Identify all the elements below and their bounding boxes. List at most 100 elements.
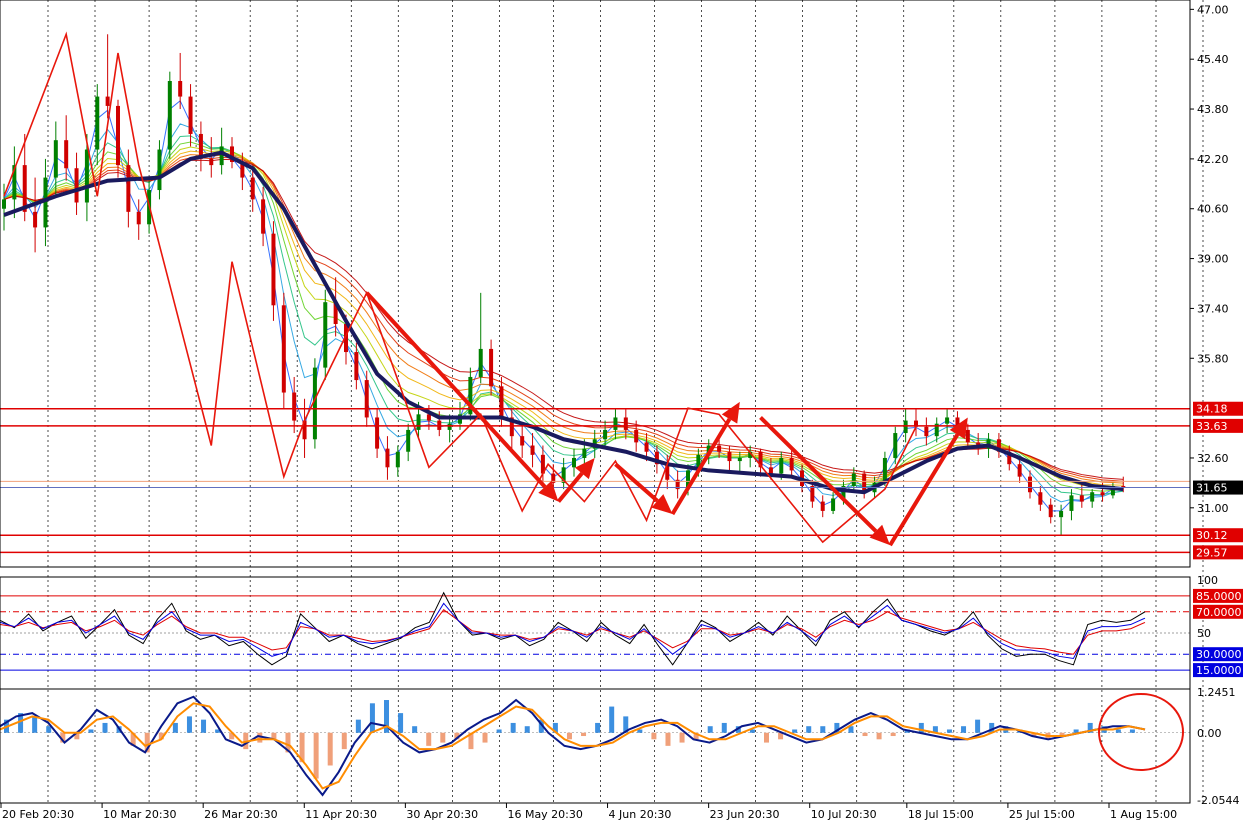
oscillator-level-tag: 30.0000 [1196, 648, 1242, 661]
candle-body [354, 352, 359, 381]
macd-histogram-bar [651, 732, 657, 740]
candle-body [924, 426, 929, 437]
macd-tick-label: 1.2451 [1197, 686, 1236, 699]
macd-histogram-bar [609, 706, 615, 733]
time-tick-label: 10 Mar 20:30 [103, 808, 176, 821]
macd-histogram-bar [679, 732, 685, 743]
candle-body [779, 457, 784, 474]
macd-histogram-bar [32, 716, 38, 733]
candle-body [22, 165, 27, 212]
candle-body [530, 445, 535, 455]
candle-body [965, 429, 970, 443]
oscillator-series [0, 608, 1146, 655]
oscillator-level-tag: 70.0000 [1196, 606, 1242, 619]
macd-histogram-bar [961, 726, 967, 733]
signal-line [0, 702, 1146, 790]
macd-histogram-bar [1129, 729, 1135, 733]
candle-body [33, 211, 38, 228]
candle-body [395, 451, 400, 468]
price-tick-label: 35.80 [1197, 352, 1229, 365]
macd-histogram-bar [46, 726, 52, 733]
candle-body [1079, 495, 1084, 502]
candle-body [167, 81, 172, 150]
candle-body [136, 211, 141, 225]
candle-body [157, 149, 162, 191]
candle-body [789, 457, 794, 471]
candle-body [893, 433, 898, 458]
oscillator-tick-label: 100 [1197, 574, 1218, 587]
macd-histogram-bar [201, 719, 207, 733]
candle-body [613, 417, 618, 430]
macd-histogram-bar [398, 713, 404, 733]
candle-body [520, 436, 525, 446]
macd-histogram-bar [102, 722, 108, 733]
price-tick-label: 43.80 [1197, 103, 1229, 116]
macd-histogram-bar [496, 729, 502, 733]
candle-body [644, 442, 649, 452]
trading-chart: 47.00 45.40 43.80 42.20 40.60 39.00 37.40 35.80… [0, 0, 1243, 821]
candle-body [64, 140, 69, 169]
time-tick-label: 25 Jul 15:00 [1009, 808, 1075, 821]
macd-histogram-bar [412, 726, 418, 733]
macd-histogram-bar [975, 719, 981, 733]
candle-body [406, 429, 411, 452]
candle-body [603, 429, 608, 440]
candle-body [478, 348, 483, 377]
price-tick-label: 37.40 [1197, 302, 1229, 315]
macd-histogram-bar [524, 726, 530, 733]
macd-tick-label: 0.00 [1197, 727, 1222, 740]
candle-body [385, 448, 390, 468]
time-tick-label: 30 Apr 20:30 [406, 808, 478, 821]
price-tick-label: 45.40 [1197, 53, 1229, 66]
candle-body [820, 501, 825, 511]
candle-body [105, 96, 110, 106]
price-axis: 47.00 45.40 43.80 42.20 40.60 39.00 37.40 35.80… [1190, 3, 1243, 807]
candle-body [737, 457, 742, 462]
macd-histogram-bar [862, 732, 868, 737]
time-tick-label: 11 Apr 20:30 [305, 808, 377, 821]
zigzag-annotation [3, 31, 917, 544]
time-tick-label: 16 May 20:30 [507, 808, 582, 821]
oscillator-panel-frame [0, 576, 1191, 690]
macd-histogram-bar [792, 729, 798, 733]
macd-histogram-bar [186, 716, 192, 733]
price-tick-label: 39.00 [1197, 253, 1229, 266]
candle-body [903, 420, 908, 434]
time-axis: 20 Feb 20:30 10 Mar 20:30 26 Mar 20:30 11 A… [0, 803, 1177, 821]
oscillator-panel [0, 591, 1190, 671]
macd-histogram-bar [88, 729, 94, 733]
candle-body [1059, 510, 1064, 518]
macd-histogram-bar [355, 719, 361, 733]
time-tick-label: 26 Mar 20:30 [204, 808, 277, 821]
macd-histogram-bar [876, 732, 882, 740]
candle-body [323, 302, 328, 368]
candle-body [188, 96, 193, 134]
candle-body [810, 486, 815, 502]
candle-body [126, 165, 131, 212]
candle-body [364, 380, 369, 418]
candle-body [623, 417, 628, 430]
macd-histogram-bar [510, 722, 516, 733]
level-tag: 34.18 [1196, 403, 1228, 416]
macd-histogram-bar [665, 732, 671, 746]
candle-body [572, 457, 576, 468]
candle-body [851, 473, 856, 486]
macd-histogram-bar [482, 732, 488, 743]
candle-body [1090, 492, 1095, 502]
macd-histogram-bar [1115, 729, 1121, 733]
candle-body [261, 199, 266, 234]
macd-histogram-bar [341, 732, 347, 750]
price-tick-label: 47.00 [1197, 3, 1229, 16]
macd-histogram-bar [946, 729, 952, 733]
oscillator-level-tag: 85.0000 [1196, 590, 1242, 603]
macd-histogram-bar [369, 703, 375, 733]
macd-histogram-bar [172, 722, 178, 733]
price-tick-label: 31.00 [1197, 502, 1229, 515]
macd-histogram-bar [566, 732, 572, 740]
time-tick-label: 1 Aug 15:00 [1110, 808, 1177, 821]
candle-body [219, 146, 224, 166]
circle-annotation [1098, 693, 1184, 771]
candle-body [178, 81, 183, 97]
macd-histogram-bar [440, 732, 446, 743]
macd-histogram-bar [707, 726, 713, 733]
